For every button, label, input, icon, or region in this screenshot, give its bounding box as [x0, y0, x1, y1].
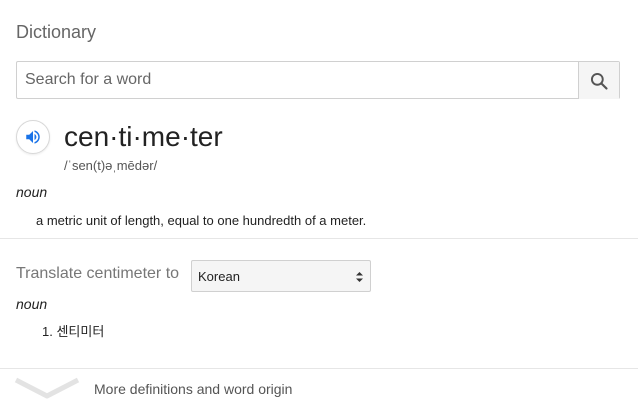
- definition: a metric unit of length, equal to one hu…: [36, 213, 367, 228]
- search-input[interactable]: [17, 62, 581, 98]
- divider: [0, 238, 638, 239]
- language-select[interactable]: Korean: [191, 260, 371, 292]
- part-of-speech: noun: [16, 184, 48, 200]
- language-select-value: Korean: [198, 269, 240, 284]
- translate-label: Translate centimeter to: [16, 265, 180, 282]
- page-title: Dictionary: [16, 22, 97, 42]
- translation-text: 센티미터: [56, 324, 105, 339]
- chevron-down-icon[interactable]: [14, 376, 80, 400]
- search-button[interactable]: [578, 62, 619, 99]
- select-arrows-icon: [356, 272, 363, 282]
- more-definitions-link[interactable]: More definitions and word origin: [94, 381, 292, 397]
- translation-part-of-speech: noun: [16, 296, 48, 312]
- speaker-icon: [26, 130, 40, 144]
- pronunciation-button[interactable]: [16, 120, 50, 154]
- divider: [0, 368, 638, 369]
- translation-number: 1.: [42, 324, 53, 339]
- phonetic-transcription: /ˈsen(t)əˌmēdər/: [64, 158, 158, 173]
- search-icon: [590, 72, 608, 90]
- translation-item: 1. 센티미터: [42, 321, 104, 340]
- headword: cen·ti·me·ter: [64, 121, 223, 152]
- search-box: [16, 61, 620, 99]
